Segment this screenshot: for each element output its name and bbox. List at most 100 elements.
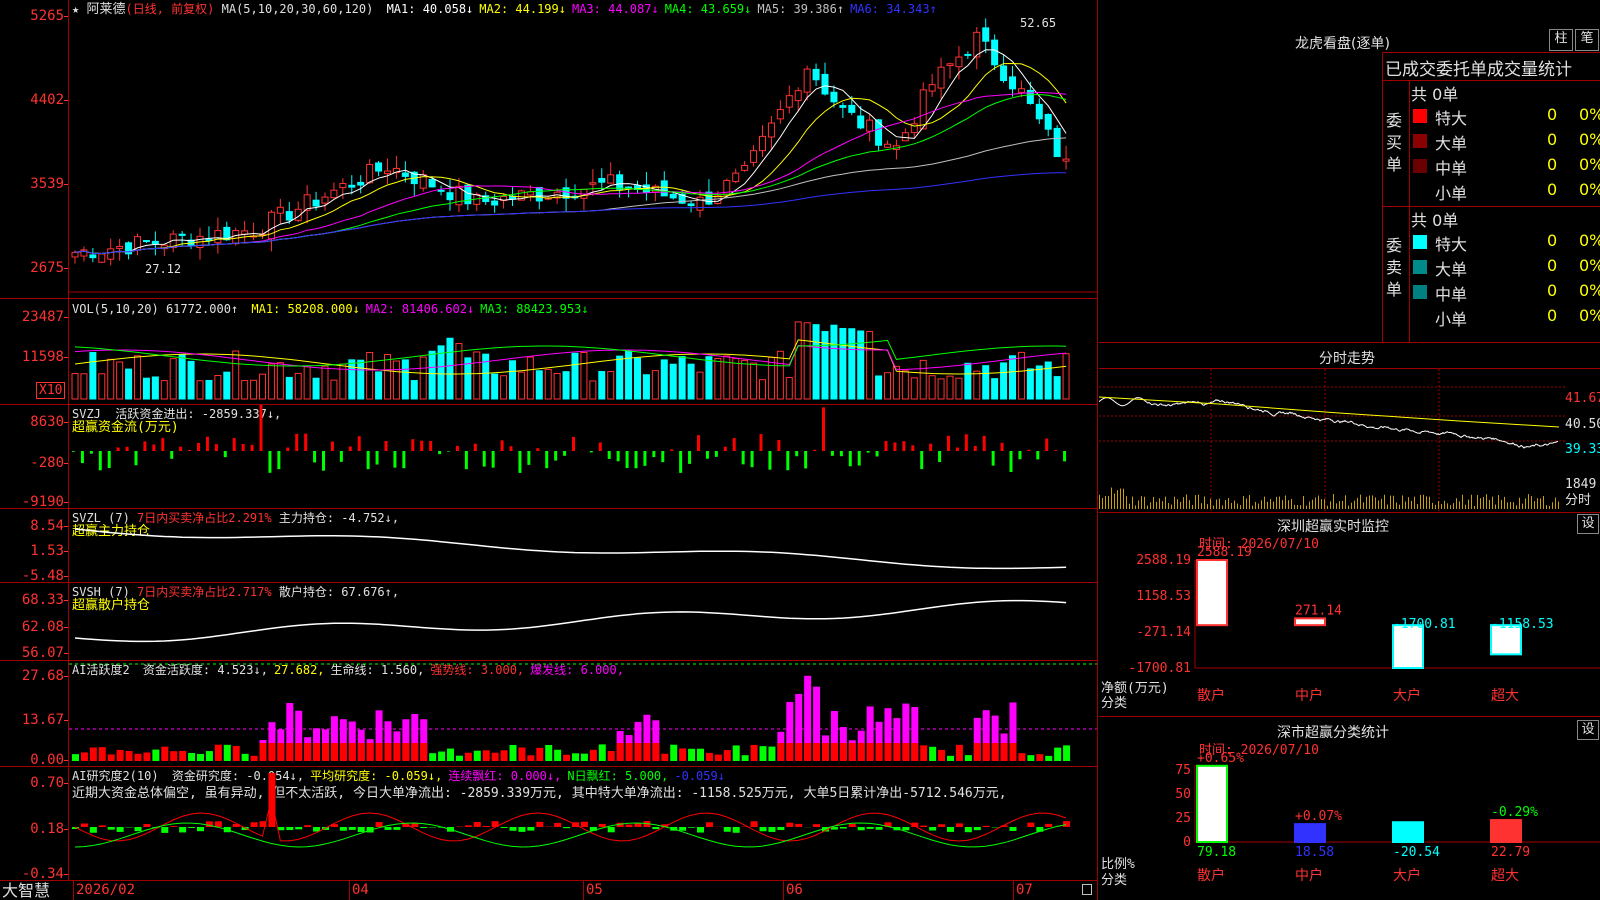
volume-bar [910,377,918,400]
candle-body [1009,76,1016,90]
activity-base [268,743,276,761]
fund-flow-bar [1000,442,1004,451]
minute-volume-bar [1189,500,1190,509]
volume-bar [544,368,552,400]
research-bar [929,827,937,831]
vol-unit-badge[interactable]: X10 [36,382,66,399]
research-bar [768,827,776,832]
fund-flow-bar [455,445,459,451]
date-tick [349,880,350,900]
y-tick-label: -5.48 [21,568,64,584]
minute-volume-bar [1204,496,1205,509]
activity-bar [518,747,526,761]
legend-swatch [1413,109,1427,123]
fund-flow-bar [732,438,736,451]
volume-bar [196,380,204,400]
candle-body [339,183,347,189]
svzj-chart[interactable] [69,405,1097,508]
classify-change-label: +0.65% [1197,751,1244,766]
research-bar [955,823,963,827]
activity-bar [116,749,124,761]
kline-chart[interactable] [69,0,1097,298]
volume-bar [294,372,302,400]
volume-bar [598,371,606,400]
volume-bar [142,377,150,400]
volume-bar [491,373,499,400]
fenshi-chart[interactable] [1099,369,1600,512]
minute-volume-bar [1216,499,1217,509]
volume-bar [267,363,275,400]
research-bar [420,827,428,828]
y-tick [64,422,68,423]
volume-bar [134,355,141,400]
fund-flow-bar [661,451,665,463]
volume-bar [821,331,829,400]
activity-bar [161,746,169,761]
minute-volume-bar [1315,497,1316,509]
fund-flow-bar [482,451,486,467]
fund-flow-bar [536,448,540,451]
svzl-chart[interactable] [69,509,1097,582]
activity-bar [241,753,249,761]
y-tick-label: 0.18 [30,821,64,837]
minute-volume-bar [1135,505,1136,509]
volume-bar [1009,355,1016,400]
fund-flow-bar [313,451,317,463]
lhb-buy-total: 共 0单 [1411,85,1459,104]
fund-flow-bar [161,438,165,451]
candle-body [937,66,945,89]
minute-volume-bar [1537,498,1538,509]
candle-body [607,174,615,184]
fenshi-vol-unit: 分时 [1565,493,1592,508]
activity-base [411,743,419,761]
fund-flow-bar [89,451,93,454]
classify-chart[interactable]: 75 50 25 0 +0.65% 79.18 散户 +0.07% 18.58 中户 -20.54 大… [1099,717,1600,900]
lock-icon[interactable] [1082,884,1092,895]
fund-flow-bar [116,447,120,451]
research-bar [625,824,633,827]
lhb-tick-button[interactable]: 笔 [1575,29,1599,51]
date-tick-label: 07 [1016,882,1033,898]
research-bar [500,827,508,828]
minute-volume-bar [1201,503,1202,509]
vol-chart[interactable] [69,299,1097,404]
activity-bar [750,744,758,761]
volume-bar [767,356,775,400]
lhb-bar-button[interactable]: 柱 [1549,29,1573,51]
y-tick-label: 11598 [21,349,64,365]
minute-volume-bar [1192,505,1193,509]
left-chart-area[interactable]: ★ 阿莱德(日线, 前复权) MA(5,10,20,30,60,120) MA1… [0,0,1098,900]
research-bar [607,827,615,833]
svsh-chart[interactable] [69,583,1097,660]
volume-bar [509,360,516,400]
research-bar [563,827,571,829]
ai1-chart[interactable] [69,661,1097,766]
legend-swatch [1413,260,1427,274]
minute-volume-bar [1285,495,1286,509]
research-bar [250,822,258,827]
lhb-cell-name: 小单 [1435,310,1468,329]
volume-bar [785,377,793,400]
y-tick-label: 62.08 [21,619,64,635]
minute-volume-bar [1411,500,1412,509]
volume-bar [419,356,427,400]
minute-volume-bar [1228,497,1229,509]
activity-base [643,743,651,761]
monitor-bar-label: -1700.81 [1393,617,1456,632]
fenshi-vol-tick: 1849 [1565,477,1597,492]
volume-bar [741,359,749,400]
volume-bar [312,377,320,400]
activity-bar [72,754,79,761]
y-tick-label: -9190 [21,494,64,510]
ai2-chart[interactable] [69,767,1097,880]
candle-body [830,91,838,103]
candle-body [232,230,240,245]
activity-bar [741,755,749,761]
fund-flow-bar [563,451,567,456]
candle-body [928,84,936,92]
research-bar [866,827,874,829]
date-tick [73,880,74,900]
minute-volume-bar [1339,501,1340,509]
monitor-chart[interactable]: 2588.19 1158.53 -271.14 -1700.81 2588.19 散户 27… [1099,513,1600,716]
research-bar [384,827,392,830]
